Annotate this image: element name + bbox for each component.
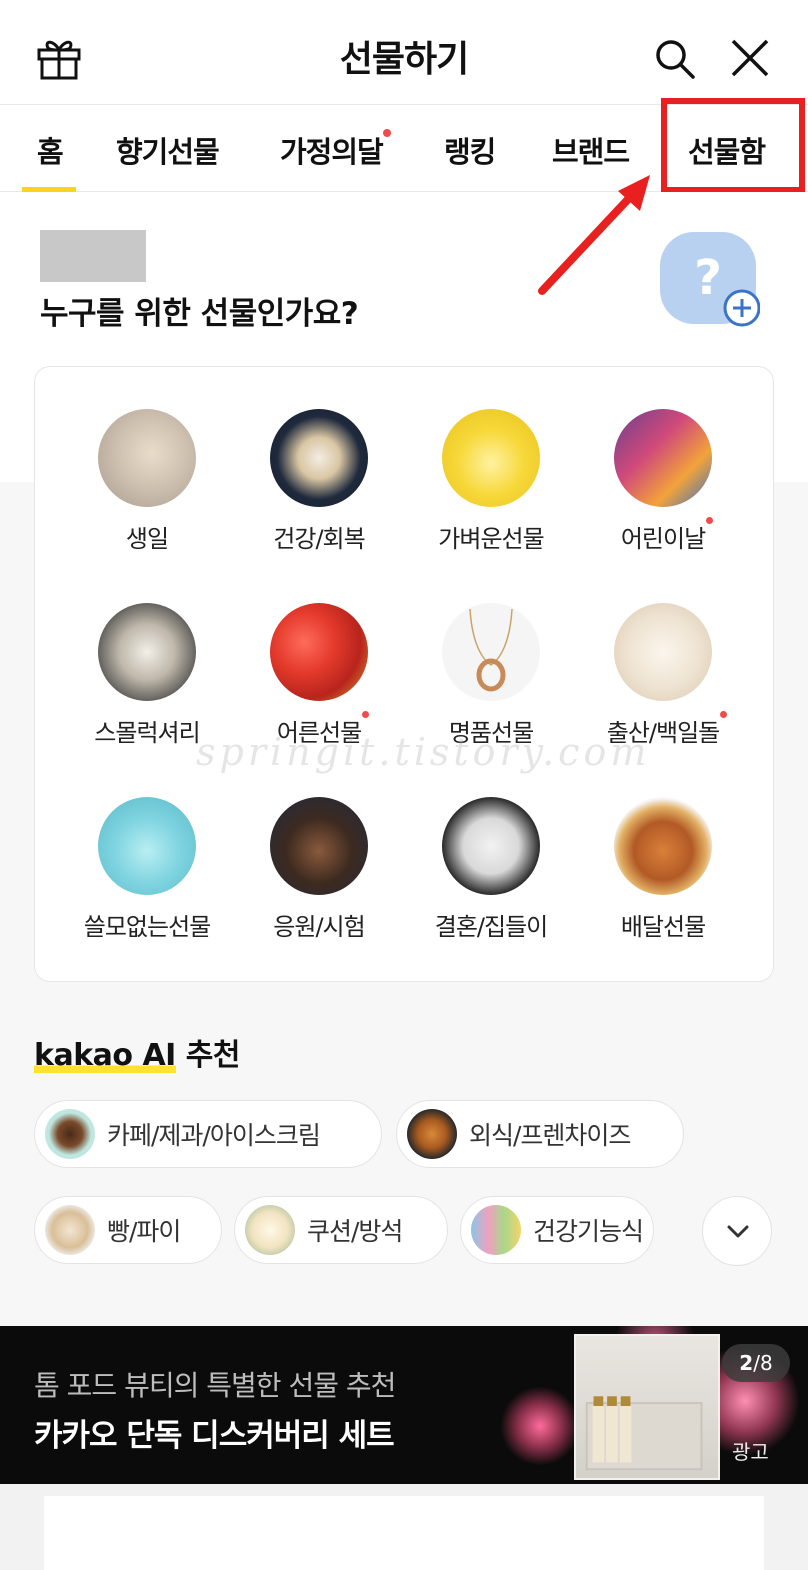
bread-icon [45,1205,95,1255]
category-thumbnail [98,797,196,895]
category-label: 생일 [125,525,169,553]
new-dot [362,711,370,718]
category-thumbnail [442,409,540,507]
category-elder-gift[interactable]: 어른선물 [233,603,405,748]
category-thumbnail [270,409,368,507]
category-cheer-exam[interactable]: 응원/시험 [233,797,405,942]
banner-page-counter: 2/8 [722,1344,790,1382]
banner-product-image [574,1334,720,1480]
svg-text:?: ? [694,250,722,306]
category-label: 배달선물 [620,913,706,941]
tab-label: 가정의달 [280,135,384,169]
chip-label: 카페/제과/아이스크림 [107,1121,321,1150]
new-dot [706,517,714,524]
next-section [0,1484,808,1570]
perfume-set-image [585,1396,703,1471]
category-baby-gift[interactable]: 출산/백일돌 [577,603,749,748]
watermark: springit.tistory.com [196,730,651,774]
chip-dining-franchise[interactable]: 외식/프렌차이즈 [396,1100,684,1168]
new-dot [382,129,391,137]
highlight-annotation-box [661,98,805,193]
search-icon[interactable] [654,38,696,80]
category-label: 가벼운선물 [438,525,544,553]
category-wedding-housewarming[interactable]: 결혼/집들이 [405,797,577,942]
category-thumbnail [270,603,368,701]
tab-label: 향기선물 [116,135,220,169]
fried-chicken-icon [407,1109,457,1159]
category-light-gift[interactable]: 가벼운선물 [405,409,577,554]
banner-page-total: /8 [753,1351,773,1375]
chip-label: 건강기능식 [533,1217,644,1246]
close-icon[interactable] [730,38,770,78]
new-dot [720,711,728,718]
expand-chips-button[interactable] [702,1196,772,1266]
category-label: 스몰럭셔리 [94,719,200,747]
chevron-down-icon [727,1225,749,1238]
necklace-icon [469,608,513,692]
coffee-icon [45,1109,95,1159]
category-thumbnail [270,797,368,895]
tab-family-month[interactable]: 가정의달 [280,129,391,171]
category-childrens-day[interactable]: 어린이날 [577,409,749,554]
category-health[interactable]: 건강/회복 [233,409,405,554]
category-grid: 생일 건강/회복 가벼운선물 어린이날 스몰럭셔리 어른선물 명품선물 출산/백… [34,366,774,982]
next-section-card [44,1496,764,1570]
banner-decoration [500,1386,580,1466]
category-thumbnail [442,797,540,895]
cushion-icon [245,1205,295,1255]
chip-label: 빵/파이 [107,1217,181,1246]
category-label: 응원/시험 [273,913,365,941]
chip-label: 외식/프렌차이즈 [469,1121,631,1150]
category-thumbnail [614,797,712,895]
red-arrow-annotation-icon [538,175,650,295]
app-header: 선물하기 [0,0,808,104]
recipient-question: 누구를 위한 선물인가요? [40,296,359,332]
banner-subtitle: 톰 포드 뷰티의 특별한 선물 추천 [34,1369,396,1402]
ai-title-suffix: 추천 [175,1038,241,1073]
kakao-ai-brand: kakao AI [34,1038,176,1073]
add-friend-avatar-icon[interactable]: ? [660,232,760,328]
chip-cafe-bakery[interactable]: 카페/제과/아이스크림 [34,1100,382,1168]
category-luxury-gift[interactable]: 명품선물 [405,603,577,748]
category-thumbnail [98,409,196,507]
tab-scent-gift[interactable]: 향기선물 [116,129,220,171]
tab-label: 랭킹 [444,135,496,169]
banner-page-current: 2 [739,1351,754,1375]
category-label: 결혼/집들이 [434,913,548,941]
category-label: 건강/회복 [273,525,365,553]
tab-home[interactable]: 홈 [37,129,64,171]
ad-label: 광고 [732,1440,769,1464]
category-delivery-gift[interactable]: 배달선물 [577,797,749,942]
ad-banner[interactable]: 톰 포드 뷰티의 특별한 선물 추천 카카오 단독 디스커버리 세트 2/8 광… [0,1326,808,1484]
blurred-username [40,230,146,282]
category-label: 어린이날 [620,525,706,553]
ai-recommend-title: kakao AI 추천 [34,1030,240,1074]
tab-ranking[interactable]: 랭킹 [444,129,496,171]
category-thumbnail [614,603,712,701]
category-small-luxury[interactable]: 스몰럭셔리 [61,603,233,748]
category-thumbnail [442,603,540,701]
banner-title: 카카오 단독 디스커버리 세트 [34,1418,395,1454]
supplement-icon [471,1205,521,1255]
chip-health-supplement[interactable]: 건강기능식 [460,1196,654,1264]
category-thumbnail [98,603,196,701]
category-label: 쓸모없는선물 [83,913,211,941]
chip-cushion[interactable]: 쿠션/방석 [234,1196,448,1264]
tab-label: 브랜드 [552,135,630,169]
chip-label: 쿠션/방석 [307,1217,403,1246]
chip-bread-pie[interactable]: 빵/파이 [34,1196,222,1264]
category-birthday[interactable]: 생일 [61,409,233,554]
category-useless-gift[interactable]: 쓸모없는선물 [61,797,233,942]
tab-label: 홈 [37,135,64,169]
category-thumbnail [614,409,712,507]
